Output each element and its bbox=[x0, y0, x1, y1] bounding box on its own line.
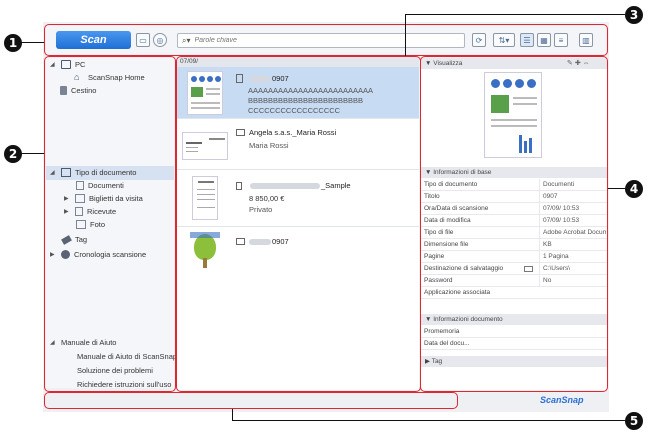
toolbar: Scan ▭ ◎ ⌕▾ ⟳ ⇅▾ ☰ ▦ ≡ ▥ bbox=[46, 26, 606, 54]
document-type-icon bbox=[61, 168, 71, 177]
scansnap-logo: ScanSnap bbox=[540, 395, 584, 405]
sidebar-item-business-cards[interactable]: ▶ Biglietti da visita bbox=[64, 194, 143, 203]
callout-line bbox=[608, 188, 625, 189]
receipt-icon bbox=[236, 181, 242, 190]
property-row: Tipo di documento Documenti bbox=[421, 179, 607, 191]
property-row: Tipo di file Adobe Acrobat Docume bbox=[421, 227, 607, 239]
callout-line bbox=[232, 420, 625, 421]
doc-text-line: CCCCCCCCCCCCCCCCC bbox=[248, 106, 341, 115]
basic-info-header[interactable]: ▼ Informazioni di base bbox=[421, 167, 607, 178]
document-thumbnail bbox=[187, 71, 223, 115]
redacted-text bbox=[249, 238, 271, 245]
business-card-icon bbox=[75, 194, 85, 203]
business-card-thumbnail bbox=[182, 132, 228, 160]
computer-icon bbox=[61, 60, 71, 69]
receipt-amount: 8 850,00 € bbox=[249, 194, 285, 203]
callout-3: 3 bbox=[625, 6, 643, 24]
document-icon bbox=[76, 181, 84, 190]
tag-icon bbox=[61, 234, 72, 245]
cloud-view-icon[interactable]: ◎ bbox=[153, 33, 167, 47]
doc-info-header[interactable]: ▼ Informazioni documento bbox=[421, 314, 607, 325]
sidebar-item-tag[interactable]: Tag bbox=[61, 234, 87, 245]
property-row[interactable]: Promemoria bbox=[421, 326, 607, 338]
sidebar-item-documents[interactable]: Documenti bbox=[76, 181, 124, 190]
receipt-thumbnail bbox=[192, 176, 218, 220]
property-row: Pagine 1 Pagina bbox=[421, 251, 607, 263]
doc-title: _Sample bbox=[236, 181, 351, 190]
photo-icon bbox=[236, 238, 245, 245]
property-row: Titolo 0907 bbox=[421, 191, 607, 203]
edit-icon[interactable]: ✎ bbox=[567, 60, 573, 67]
search-input[interactable] bbox=[194, 37, 455, 44]
home-icon: ⌂ bbox=[74, 72, 80, 82]
rotate-icon[interactable]: ⇔ bbox=[583, 60, 590, 67]
clock-icon bbox=[61, 250, 70, 259]
list-view-icon[interactable]: ☰ bbox=[520, 33, 534, 47]
redacted-text bbox=[250, 182, 320, 189]
callout-line bbox=[405, 14, 406, 56]
doc-title: Angela s.a.s._Maria Rossi bbox=[236, 128, 336, 137]
folder-icon[interactable] bbox=[524, 266, 533, 272]
sidebar-item-scansnap-home[interactable]: ⌂ ScanSnap Home bbox=[74, 72, 145, 83]
receipt-category: Privato bbox=[249, 205, 273, 214]
callout-line bbox=[232, 409, 233, 420]
doc-text-line: AAAAAAAAAAAAAAAAAAAAAAAAA bbox=[248, 86, 374, 95]
sidebar-item-photos[interactable]: Foto bbox=[76, 220, 105, 229]
trash-icon bbox=[60, 86, 67, 95]
callout-1: 1 bbox=[4, 34, 22, 52]
property-row: Ora/Data di scansione 07/09/ 10:53 bbox=[421, 203, 607, 215]
panel-toggle-icon[interactable]: ▥ bbox=[579, 33, 593, 47]
doc-title: 0907 bbox=[236, 74, 289, 83]
doc-text-line: BBBBBBBBBBBBBBBBBBBBBBB bbox=[248, 96, 364, 105]
sidebar-item-scan-history[interactable]: ▶ Cronologia scansione bbox=[50, 250, 146, 259]
property-row: Dimensione file KB bbox=[421, 239, 607, 251]
property-row: Data di modifica 07/09/ 10:53 bbox=[421, 215, 607, 227]
receipt-icon bbox=[75, 207, 83, 216]
redacted-text bbox=[249, 75, 271, 82]
scan-button[interactable]: Scan bbox=[56, 31, 131, 49]
doc-contact-name: Maria Rossi bbox=[249, 141, 289, 150]
date-header: 07/09/ bbox=[177, 57, 419, 67]
help-link-instructions[interactable]: Richiedere istruzioni sull'uso bbox=[77, 380, 171, 389]
sidebar-item-receipts[interactable]: ▶ Ricevute bbox=[64, 207, 116, 216]
tag-header[interactable]: ▶ Tag bbox=[421, 356, 607, 367]
grid-view-icon[interactable]: ▦ bbox=[537, 33, 551, 47]
search-icon: ⌕▾ bbox=[182, 35, 191, 45]
sidebar-item-help-manual[interactable]: ◢ Manuale di Aiuto bbox=[50, 338, 116, 347]
callout-4: 4 bbox=[625, 180, 643, 198]
detail-view-icon[interactable]: ≡ bbox=[554, 33, 568, 47]
search-box[interactable]: ⌕▾ bbox=[177, 33, 465, 48]
zoom-icon[interactable]: ✚ bbox=[575, 60, 581, 67]
callout-line bbox=[405, 14, 625, 15]
photo-icon bbox=[76, 220, 86, 229]
document-preview bbox=[484, 72, 542, 158]
callout-line bbox=[20, 42, 44, 43]
photo-thumbnail bbox=[190, 232, 220, 272]
property-row: Password No bbox=[421, 275, 607, 287]
business-card-icon bbox=[236, 129, 245, 136]
callout-5: 5 bbox=[625, 412, 643, 430]
help-link-troubleshooting[interactable]: Soluzione dei problemi bbox=[77, 366, 153, 375]
help-link-manual[interactable]: Manuale di Aiuto di ScanSnap bbox=[77, 352, 177, 361]
sidebar-item-pc[interactable]: ◢ PC bbox=[50, 60, 85, 69]
preview-tools: ✎ ✚ ⇔ bbox=[567, 59, 590, 67]
property-row: Applicazione associata bbox=[421, 287, 607, 299]
callout-2: 2 bbox=[4, 145, 22, 163]
sidebar-item-document-type[interactable]: ◢ Tipo di documento bbox=[50, 168, 136, 177]
sidebar-item-trash[interactable]: Cestino bbox=[60, 86, 96, 95]
property-row[interactable]: Data del docu... bbox=[421, 338, 607, 350]
doc-title: 0907 bbox=[236, 237, 289, 246]
pdf-document-icon bbox=[236, 74, 243, 83]
refresh-icon[interactable]: ⟳ bbox=[472, 33, 486, 47]
sort-icon[interactable]: ⇅▾ bbox=[493, 33, 515, 47]
property-row: Destinazione di salvataggio C:\Users\ bbox=[421, 263, 607, 275]
monitor-view-icon[interactable]: ▭ bbox=[136, 33, 150, 47]
callout-line bbox=[20, 153, 44, 154]
status-bar bbox=[46, 393, 456, 407]
